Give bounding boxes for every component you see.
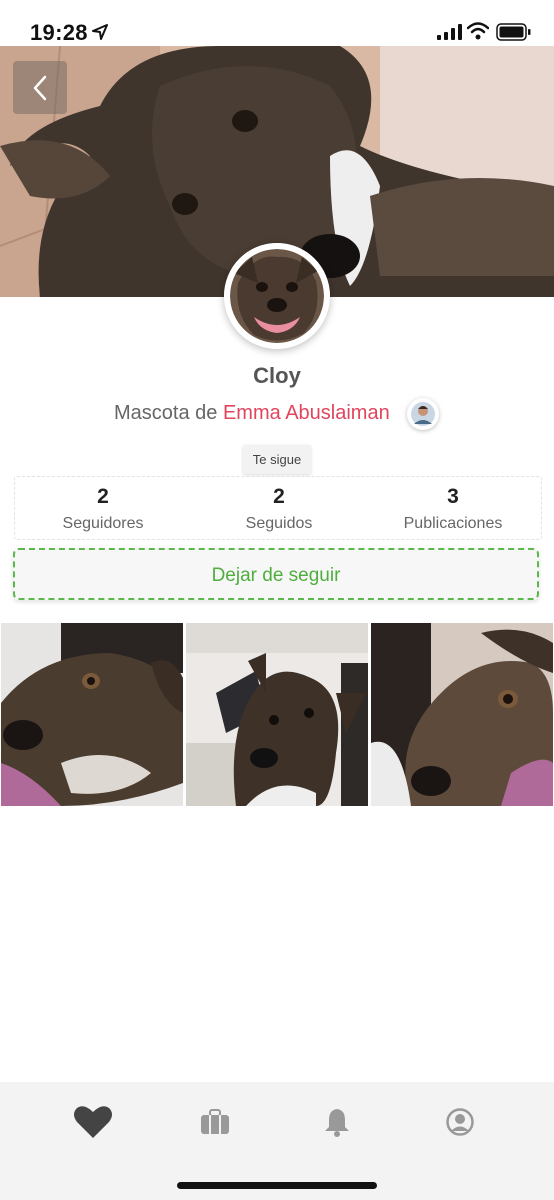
status-time: 19:28 (30, 20, 88, 45)
stat-followers[interactable]: 2 Seguidores (15, 477, 191, 533)
following-count: 2 (273, 485, 285, 508)
battery-icon (496, 23, 531, 41)
back-button[interactable] (13, 61, 67, 114)
wifi-icon (467, 22, 489, 40)
status-bar: 19:28 (0, 0, 554, 46)
owner-line: Mascota de Emma Abuslaiman (114, 402, 390, 425)
follows-you-badge: Te sigue (243, 445, 311, 474)
owner-name-link[interactable]: Emma Abuslaiman (223, 402, 390, 424)
post-thumbnail[interactable] (371, 623, 553, 806)
pet-avatar (224, 243, 330, 349)
following-label: Seguidos (245, 515, 313, 532)
owner-prefix: Mascota de (114, 402, 218, 424)
tab-profile[interactable] (430, 1100, 490, 1144)
heart-icon (74, 1106, 112, 1138)
followers-count: 2 (97, 485, 109, 508)
stats-panel: 2 Seguidores 2 Seguidos 3 Publicaciones (14, 476, 542, 540)
unfollow-button[interactable]: Dejar de seguir (13, 548, 539, 600)
user-icon (446, 1108, 474, 1136)
tab-services[interactable] (185, 1100, 245, 1144)
followers-label: Seguidores (62, 515, 144, 532)
tab-notifications[interactable] (307, 1100, 367, 1144)
post-thumbnail[interactable] (1, 623, 183, 806)
briefcase-icon (201, 1109, 229, 1134)
post-thumbnail[interactable] (186, 623, 368, 806)
stat-posts[interactable]: 3 Publicaciones (365, 477, 541, 533)
location-arrow-icon (92, 24, 108, 40)
chevron-left-icon (33, 75, 47, 100)
posts-count: 3 (447, 485, 459, 508)
home-indicator (177, 1182, 377, 1189)
bell-icon (325, 1109, 349, 1137)
posts-label: Publicaciones (403, 515, 503, 532)
owner-avatar[interactable] (407, 398, 439, 430)
posts-grid (0, 623, 554, 806)
signal-icon (437, 24, 462, 40)
pet-name: Cloy (253, 363, 301, 388)
tab-pets[interactable] (63, 1100, 123, 1144)
stat-following[interactable]: 2 Seguidos (191, 477, 367, 533)
